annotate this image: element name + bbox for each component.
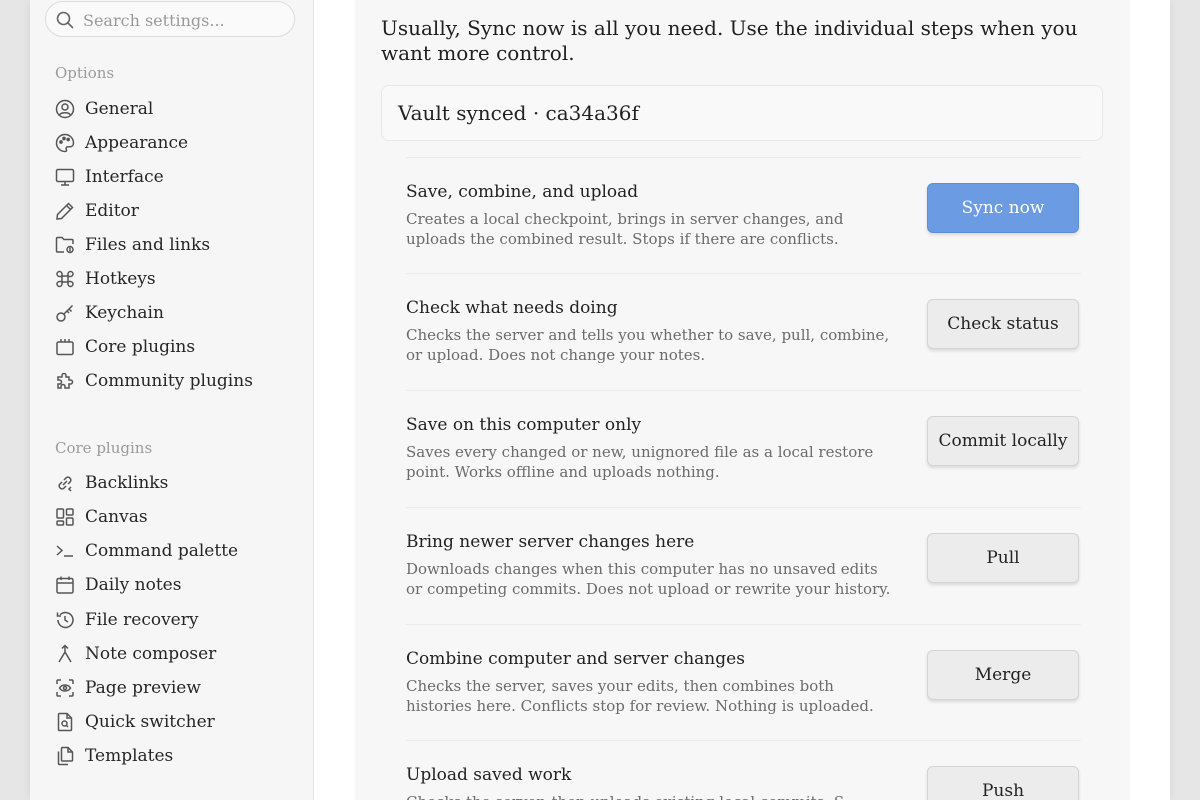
history-icon — [55, 610, 75, 630]
sidebar-item-note-composer[interactable]: Note composer — [55, 641, 295, 667]
setting-row-push: Upload saved work Checks the server, the… — [406, 740, 1081, 800]
scan-eye-icon — [55, 678, 75, 698]
sidebar-item-files-and-links[interactable]: Files and links — [55, 232, 295, 258]
sidebar-item-quick-switcher[interactable]: Quick switcher — [55, 709, 295, 735]
check-status-button[interactable]: Check status — [927, 299, 1079, 349]
options-section-label: Options — [55, 64, 115, 82]
pull-button[interactable]: Pull — [927, 533, 1079, 583]
user-circle-icon — [55, 99, 75, 119]
sidebar-item-label: Page preview — [85, 678, 201, 698]
setting-title: Save on this computer only — [406, 415, 642, 435]
files-icon — [55, 746, 75, 766]
sidebar-item-label: General — [85, 99, 154, 119]
sidebar-item-command-palette[interactable]: Command palette — [55, 538, 295, 564]
sidebar-item-label: Core plugins — [85, 337, 196, 357]
sidebar-item-file-recovery[interactable]: File recovery — [55, 607, 295, 633]
setting-title: Save, combine, and upload — [406, 182, 639, 202]
sidebar-item-templates[interactable]: Templates — [55, 743, 295, 769]
sidebar-item-label: File recovery — [85, 610, 199, 630]
settings-sidebar: Options General Appearance Interface Edi… — [30, 0, 314, 800]
setting-row-pull: Bring newer server changes here Download… — [406, 507, 1081, 624]
setting-description: Creates a local checkpoint, brings in se… — [406, 210, 844, 248]
sync-status-text: Vault synced · ca34a36f — [398, 101, 639, 125]
sidebar-item-label: Quick switcher — [85, 712, 215, 732]
sidebar-item-page-preview[interactable]: Page preview — [55, 675, 295, 701]
sidebar-item-label: Interface — [85, 167, 164, 187]
sidebar-item-daily-notes[interactable]: Daily notes — [55, 572, 295, 598]
sync-now-button[interactable]: Sync now — [927, 183, 1079, 233]
monitor-icon — [55, 167, 75, 187]
calendar-icon — [55, 575, 75, 595]
setting-description: Checks the server, then uploads existing… — [406, 792, 896, 800]
setting-row-commit-locally: Save on this computer only Saves every c… — [406, 390, 1081, 507]
sidebar-item-hotkeys[interactable]: Hotkeys — [55, 266, 295, 292]
sidebar-item-label: Backlinks — [85, 473, 169, 493]
sidebar-item-core-plugins[interactable]: Core plugins — [55, 334, 295, 360]
push-button[interactable]: Push — [927, 766, 1079, 800]
setting-row-sync-now: Save, combine, and upload Creates a loca… — [406, 157, 1081, 274]
setting-description: Saves every changed or new, unignored fi… — [406, 443, 874, 481]
search-icon — [56, 11, 74, 29]
setting-description: Checks the server and tells you whether … — [406, 326, 890, 364]
search-input[interactable] — [83, 8, 283, 32]
sidebar-item-label: Note composer — [85, 644, 217, 664]
sync-status-box: Vault synced · ca34a36f — [381, 85, 1103, 141]
sidebar-item-label: Appearance — [85, 133, 189, 153]
sidebar-item-interface[interactable]: Interface — [55, 164, 295, 190]
sidebar-item-backlinks[interactable]: Backlinks — [55, 470, 295, 496]
setting-description: Checks the server, saves your edits, the… — [406, 677, 874, 715]
sidebar-item-label: Hotkeys — [85, 269, 156, 289]
core-plugins-section-label: Core plugins — [55, 439, 153, 457]
file-search-icon — [55, 712, 75, 732]
layout-grid-icon — [55, 507, 75, 527]
settings-window: Options General Appearance Interface Edi… — [30, 0, 1170, 800]
sidebar-item-label: Canvas — [85, 507, 148, 527]
plugin-box-icon — [55, 337, 75, 357]
backlink-icon — [55, 473, 75, 493]
setting-title: Bring newer server changes here — [406, 532, 695, 552]
folder-link-icon — [55, 235, 75, 255]
setting-description: Downloads changes when this computer has… — [406, 560, 891, 598]
palette-icon — [55, 133, 75, 153]
commit-locally-button[interactable]: Commit locally — [927, 416, 1079, 466]
sidebar-item-label: Editor — [85, 201, 139, 221]
setting-title: Combine computer and server changes — [406, 649, 745, 669]
merge-button[interactable]: Merge — [927, 650, 1079, 700]
intro-text: Usually, Sync now is all you need. Use t… — [381, 16, 1078, 65]
sidebar-item-community-plugins[interactable]: Community plugins — [55, 368, 295, 394]
sidebar-item-label: Daily notes — [85, 575, 182, 595]
sidebar-item-editor[interactable]: Editor — [55, 198, 295, 224]
sync-settings-panel: Usually, Sync now is all you need. Use t… — [355, 0, 1130, 800]
search-box[interactable] — [45, 1, 295, 37]
key-icon — [55, 303, 75, 323]
setting-title: Upload saved work — [406, 765, 572, 785]
command-icon — [55, 269, 75, 289]
sidebar-item-label: Keychain — [85, 303, 164, 323]
sidebar-item-label: Templates — [85, 746, 174, 766]
sidebar-item-keychain[interactable]: Keychain — [55, 300, 295, 326]
puzzle-icon — [55, 371, 75, 391]
setting-title: Check what needs doing — [406, 298, 618, 318]
setting-row-merge: Combine computer and server changes Chec… — [406, 624, 1081, 741]
sidebar-item-appearance[interactable]: Appearance — [55, 130, 295, 156]
sidebar-item-label: Community plugins — [85, 371, 253, 391]
sidebar-item-general[interactable]: General — [55, 96, 295, 122]
sidebar-item-label: Command palette — [85, 541, 239, 561]
pencil-icon — [55, 201, 75, 221]
sidebar-item-label: Files and links — [85, 235, 211, 255]
setting-row-check-status: Check what needs doing Checks the server… — [406, 273, 1081, 390]
terminal-icon — [55, 541, 75, 561]
sidebar-item-canvas[interactable]: Canvas — [55, 504, 295, 530]
merge-arrow-icon — [55, 644, 75, 664]
